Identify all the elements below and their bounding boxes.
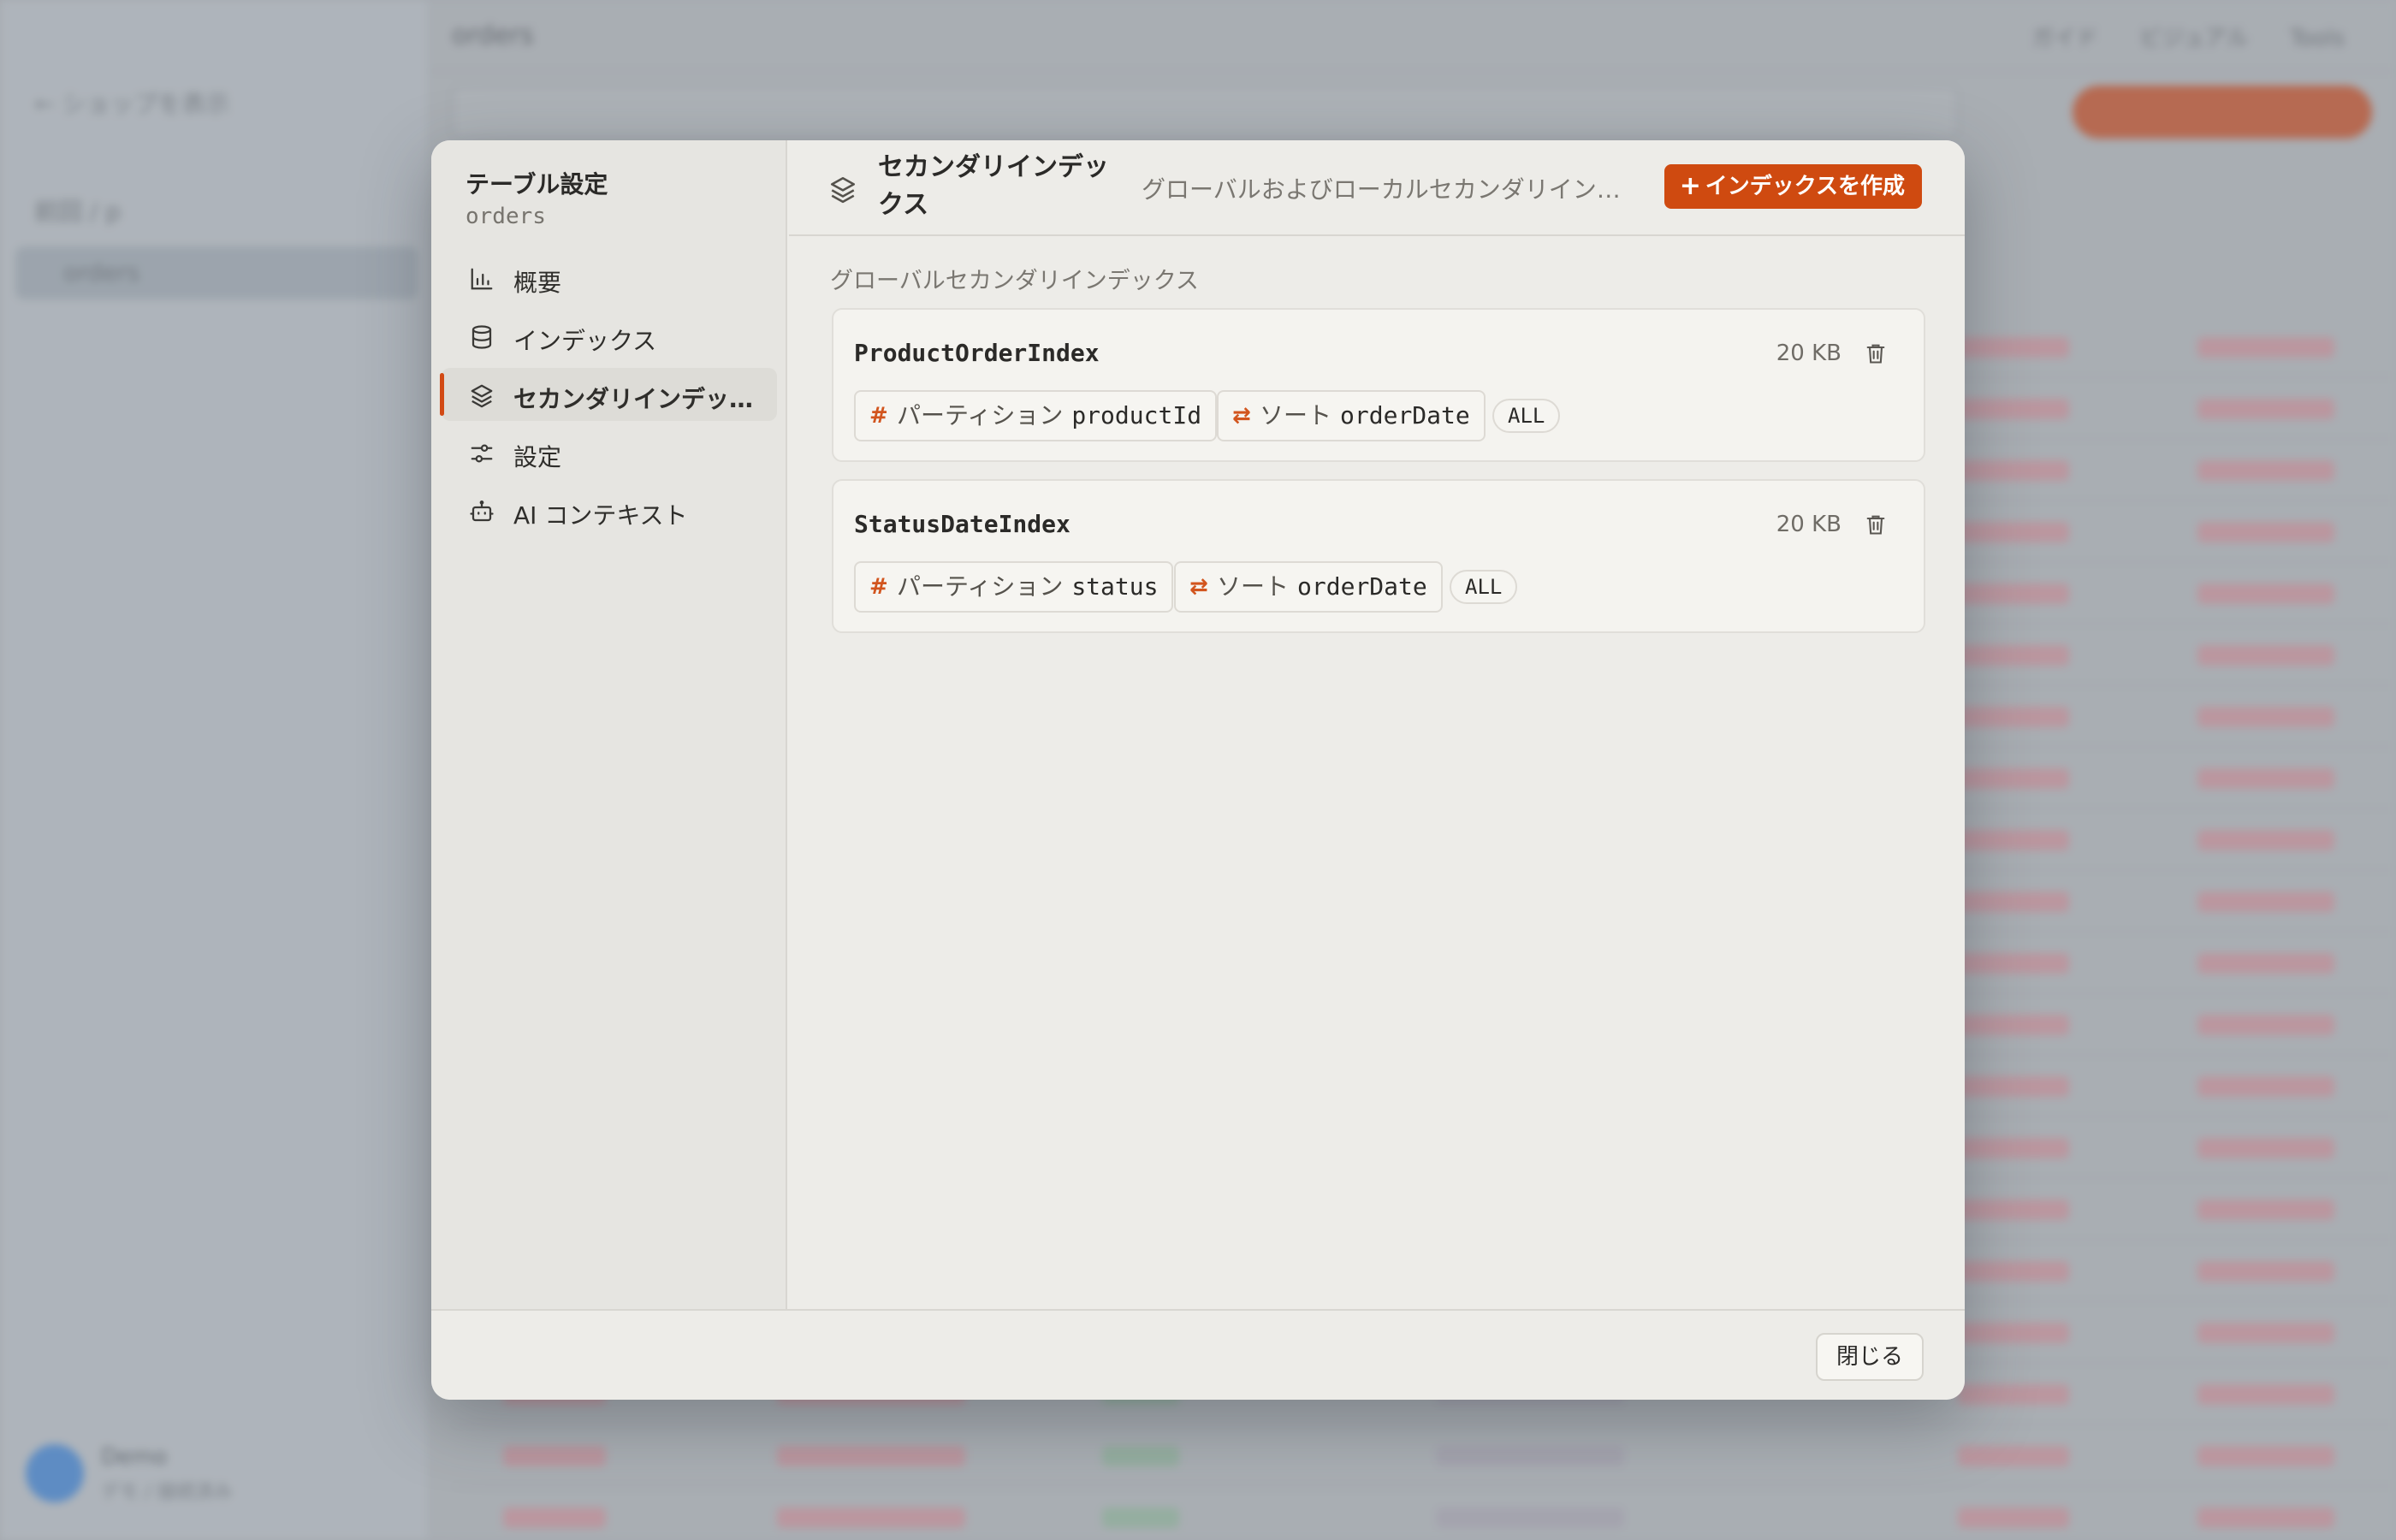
- nav-item-label: 概要: [513, 269, 562, 297]
- section-title: グローバルセカンダリインデックス: [830, 268, 1199, 294]
- partition-key: productId: [1071, 401, 1202, 429]
- layers-icon: [471, 384, 493, 408]
- modal-sidebar-title: テーブル設定: [466, 170, 608, 198]
- robot-icon: [470, 500, 494, 522]
- sort-key: orderDate: [1297, 572, 1427, 601]
- projection-badge: ALL: [1492, 399, 1561, 433]
- modal-content: セカンダリインデックス グローバルおよびローカルセカンダリインデックス + イン…: [789, 140, 1965, 1309]
- hash-icon: #: [869, 574, 888, 600]
- partition-key-chip: # パーティション status: [854, 561, 1174, 613]
- sliders-icon: [471, 444, 493, 463]
- create-index-button[interactable]: + インデックスを作成: [1664, 164, 1922, 209]
- index-size: 20 KB: [1776, 341, 1841, 366]
- plus-icon: +: [1679, 171, 1701, 201]
- nav-item-label: インデックス: [513, 327, 657, 355]
- hash-icon: #: [869, 403, 888, 429]
- nav-item-secondary-indexes[interactable]: セカンダリインデックス: [440, 368, 777, 421]
- modal-header: セカンダリインデックス グローバルおよびローカルセカンダリインデックス + イン…: [789, 140, 1965, 236]
- page-title: セカンダリインデックス: [878, 152, 1109, 220]
- nav-item-ai-context[interactable]: AI コンテキスト: [442, 484, 777, 537]
- nav-item-indexes[interactable]: インデックス: [442, 310, 777, 363]
- sort-key: orderDate: [1340, 401, 1470, 429]
- active-indicator: [440, 373, 444, 416]
- swap-icon: ⇄: [1232, 403, 1251, 429]
- layers-icon: [830, 176, 856, 204]
- nav-item-label: AI コンテキスト: [513, 501, 688, 530]
- nav-item-label: 設定: [513, 443, 562, 471]
- trash-icon[interactable]: [1864, 512, 1888, 537]
- index-size: 20 KB: [1776, 512, 1841, 537]
- close-button[interactable]: 閉じる: [1815, 1333, 1924, 1381]
- table-settings-modal: テーブル設定 orders 概要 インデックス セカンダリインデックス 設定 A…: [431, 140, 1965, 1400]
- sort-label: ソート: [1260, 401, 1332, 429]
- bar-chart-icon: [471, 268, 493, 290]
- nav-item-overview[interactable]: 概要: [442, 252, 777, 305]
- partition-label: パーティション: [897, 401, 1064, 429]
- modal-sidebar: テーブル設定 orders 概要 インデックス セカンダリインデックス 設定 A…: [431, 140, 787, 1309]
- sort-key-chip: ⇄ ソート orderDate: [1174, 561, 1443, 613]
- projection-badge: ALL: [1450, 570, 1518, 604]
- sort-key-chip: ⇄ ソート orderDate: [1217, 390, 1486, 441]
- swap-icon: ⇄: [1189, 574, 1208, 600]
- index-card: StatusDateIndex 20 KB # パーティション status ⇄ …: [832, 479, 1925, 633]
- index-name: ProductOrderIndex: [854, 339, 1100, 367]
- modal-sidebar-subtitle: orders: [466, 204, 546, 229]
- partition-key: status: [1071, 572, 1159, 601]
- trash-icon[interactable]: [1864, 341, 1888, 366]
- partition-label: パーティション: [897, 572, 1064, 601]
- nav-item-settings[interactable]: 設定: [442, 426, 777, 479]
- partition-key-chip: # パーティション productId: [854, 390, 1218, 441]
- index-name: StatusDateIndex: [854, 510, 1070, 538]
- page-description: グローバルおよびローカルセカンダリインデックス: [1142, 175, 1629, 204]
- sort-label: ソート: [1217, 572, 1290, 601]
- database-icon: [471, 325, 492, 349]
- index-card: ProductOrderIndex 20 KB # パーティション product…: [832, 308, 1925, 462]
- create-index-label: インデックスを作成: [1705, 174, 1905, 199]
- modal-footer: 閉じる: [431, 1309, 1965, 1400]
- nav-item-label: セカンダリインデックス: [513, 385, 762, 413]
